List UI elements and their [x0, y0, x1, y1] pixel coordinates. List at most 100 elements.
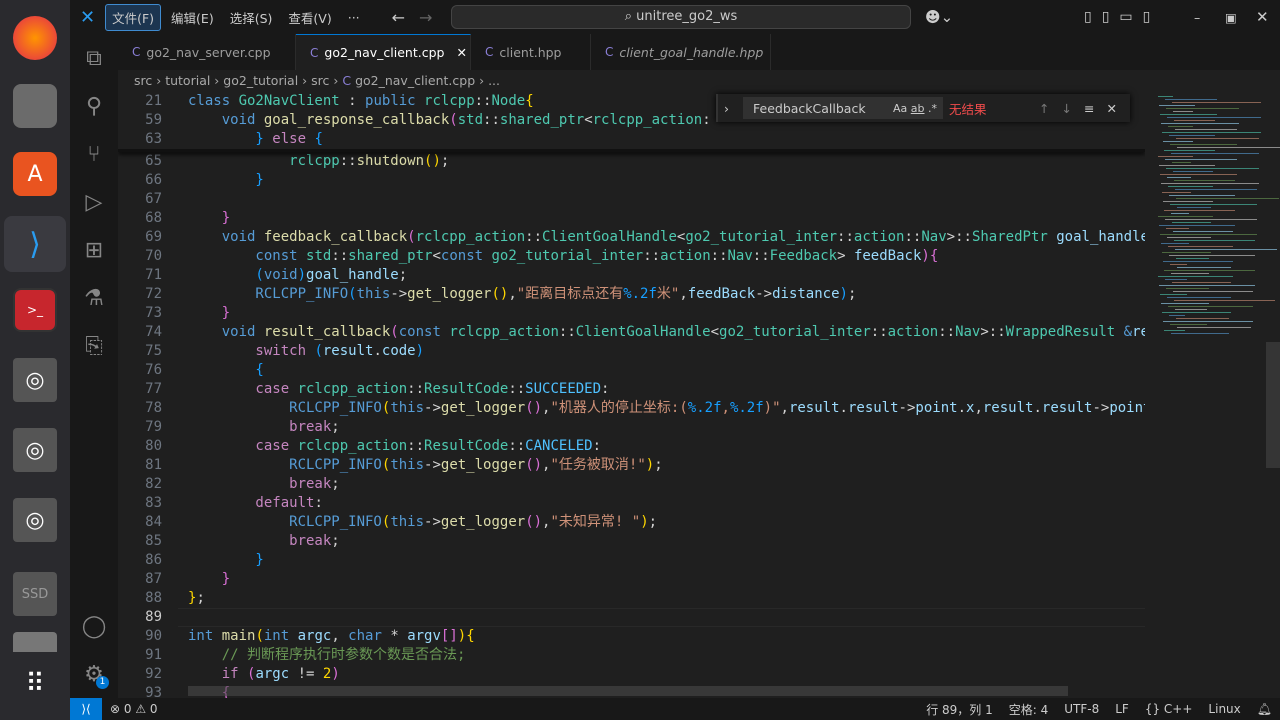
toggle-replace-icon[interactable]: ›	[724, 101, 729, 116]
whole-word-toggle[interactable]: ab	[911, 102, 925, 115]
command-center-search[interactable]: ⌕ unitree_go2_ws	[451, 5, 911, 29]
previous-match-icon[interactable]: ↑	[1039, 101, 1049, 116]
breadcrumb-item[interactable]: src	[311, 73, 329, 88]
extensions-icon[interactable]: ⊞	[70, 230, 118, 270]
disk-icon[interactable]: ◎	[13, 498, 57, 542]
settings-gear-icon[interactable]: ⚙ 1	[70, 654, 118, 694]
code-line[interactable]: 90 int main(int argc, char * argv[]){	[118, 627, 1145, 646]
menu-view[interactable]: 查看(V)	[282, 5, 337, 30]
code-line[interactable]: 66 }	[118, 171, 1145, 190]
apps-grid-icon[interactable]: ⠿	[13, 662, 57, 706]
remote-explorer-icon[interactable]: ⎘	[70, 326, 118, 366]
code-line[interactable]: 70 const std::shared_ptr<const go2_tutor…	[118, 247, 1145, 266]
breadcrumb-item[interactable]: ...	[488, 73, 500, 88]
code-line[interactable]: 69 void feedback_callback(rclcpp_action:…	[118, 228, 1145, 247]
regex-toggle[interactable]: .*	[928, 102, 937, 115]
layout-controls-icon[interactable]: ▯▯▭▯	[1084, 9, 1160, 25]
breadcrumb-item[interactable]: src	[134, 73, 152, 88]
forward-arrow-icon[interactable]: →	[419, 8, 432, 27]
code-line[interactable]: 73 }	[118, 304, 1145, 323]
code-line[interactable]: 82 break;	[118, 475, 1145, 494]
close-window-icon[interactable]: ✕	[1256, 8, 1269, 26]
search-icon[interactable]: ⚲	[70, 86, 118, 126]
code-line[interactable]: 92 if (argc != 2)	[118, 665, 1145, 684]
find-result-status: 无结果	[949, 101, 987, 117]
menu-file[interactable]: 文件(F)	[105, 3, 162, 31]
code-line[interactable]: 77 case rclcpp_action::ResultCode::SUCCE…	[118, 380, 1145, 399]
code-line[interactable]: 79 break;	[118, 418, 1145, 437]
menu-edit[interactable]: 编辑(E)	[165, 5, 220, 30]
minimap-line	[1162, 132, 1261, 133]
firefox-icon[interactable]	[13, 16, 57, 60]
close-tab-icon[interactable]: ✕	[456, 45, 466, 60]
end-of-line[interactable]: LF	[1115, 702, 1129, 716]
source-control-icon[interactable]: ⑂	[70, 134, 118, 174]
code-line[interactable]: 81 RCLCPP_INFO(this->get_logger(),"任务被取消…	[118, 456, 1145, 475]
platform[interactable]: Linux	[1208, 702, 1240, 716]
cpp-file-icon: C	[342, 73, 352, 88]
code-line[interactable]: 76 {	[118, 361, 1145, 380]
code-token: argc	[255, 666, 298, 682]
explorer-icon[interactable]: ⧉	[70, 38, 118, 78]
breadcrumb-item[interactable]: go2_nav_client.cpp	[355, 73, 475, 88]
find-input[interactable]: FeedbackCallback Aa ab .*	[743, 97, 943, 119]
indentation[interactable]: 空格: 4	[1009, 701, 1049, 718]
code-line[interactable]: 75 switch (result.code)	[118, 342, 1145, 361]
code-line[interactable]: 78 RCLCPP_INFO(this->get_logger(),"机器人的停…	[118, 399, 1145, 418]
minimize-icon[interactable]: –	[1194, 10, 1200, 25]
vertical-scrollbar[interactable]	[1266, 342, 1280, 468]
code-line[interactable]: 67	[118, 190, 1145, 209]
code-token: rclcpp_action	[449, 324, 559, 340]
maximize-icon[interactable]: ▣	[1225, 10, 1237, 25]
code-line[interactable]: 74 void result_callback(const rclcpp_act…	[118, 323, 1145, 342]
disk-icon[interactable]: ◎	[13, 358, 57, 402]
code-line[interactable]: 84 RCLCPP_INFO(this->get_logger(),"未知异常!…	[118, 513, 1145, 532]
code-line[interactable]: 91 // 判断程序执行时参数个数是否合法;	[118, 646, 1145, 665]
tab-client-goal-handle[interactable]: Cclient_goal_handle.hpp	[591, 34, 771, 70]
close-find-icon[interactable]: ✕	[1106, 101, 1116, 116]
breadcrumb-item[interactable]: tutorial	[165, 73, 210, 88]
app-center-icon[interactable]: A	[13, 152, 57, 196]
terminal-icon[interactable]: >_	[13, 288, 57, 332]
remote-indicator-icon[interactable]: ⟩⟨	[70, 698, 102, 720]
tab-go2-nav-client[interactable]: Cgo2_nav_client.cpp ✕	[296, 34, 471, 70]
testing-icon[interactable]: ⚗	[70, 278, 118, 318]
code-line[interactable]: 85 break;	[118, 532, 1145, 551]
next-match-icon[interactable]: ↓	[1061, 101, 1071, 116]
problems-indicator[interactable]: ⊗ 0 ⚠ 0	[110, 702, 158, 716]
encoding[interactable]: UTF-8	[1064, 702, 1099, 716]
tab-client-hpp[interactable]: Cclient.hpp	[471, 34, 591, 70]
code-line[interactable]: 83 default:	[118, 494, 1145, 513]
horizontal-scrollbar[interactable]	[188, 686, 1068, 696]
menu-selection[interactable]: 选择(S)	[224, 5, 279, 30]
run-debug-icon[interactable]: ▷	[70, 182, 118, 222]
code-line[interactable]: 87 }	[118, 570, 1145, 589]
code-line[interactable]: 65 rclcpp::shutdown();	[118, 152, 1145, 171]
breadcrumb-item[interactable]: go2_tutorial	[223, 73, 298, 88]
find-in-selection-icon[interactable]: ≡	[1084, 101, 1094, 116]
code-line[interactable]: 72 RCLCPP_INFO(this->get_logger(),"距离目标点…	[118, 285, 1145, 304]
copilot-icon[interactable]: ☻⌄	[925, 8, 953, 26]
back-arrow-icon[interactable]: ←	[392, 8, 405, 27]
minimap[interactable]	[1150, 92, 1280, 698]
code-line[interactable]: 86 }	[118, 551, 1145, 570]
trash-icon[interactable]	[13, 632, 57, 652]
code-line[interactable]: 88};	[118, 589, 1145, 608]
tab-go2-nav-server[interactable]: Cgo2_nav_server.cpp	[118, 34, 296, 70]
menu-more[interactable]: ···	[342, 7, 366, 28]
code-line[interactable]: 71 (void)goal_handle;	[118, 266, 1145, 285]
cursor-position[interactable]: 行 89，列 1	[926, 701, 993, 718]
code-editor[interactable]: 65 rclcpp::shutdown(); 66 } 67 68 } 69 void …	[118, 92, 1145, 698]
account-icon[interactable]: ◯	[70, 606, 118, 646]
code-line[interactable]: 68 }	[118, 209, 1145, 228]
files-icon[interactable]	[13, 84, 57, 128]
code-line[interactable]: 63 } else {	[118, 130, 1145, 149]
line-number: 63	[145, 131, 162, 147]
match-case-toggle[interactable]: Aa	[893, 102, 907, 115]
code-line[interactable]: 80 case rclcpp_action::ResultCode::CANCE…	[118, 437, 1145, 456]
disk-icon[interactable]: ◎	[13, 428, 57, 472]
ssd-icon[interactable]: SSD	[13, 572, 57, 616]
language-mode[interactable]: {} C++	[1145, 702, 1193, 716]
notifications-bell-icon[interactable]: 🔔︎	[1257, 702, 1272, 716]
vscode-icon[interactable]: ⟩	[4, 216, 66, 272]
